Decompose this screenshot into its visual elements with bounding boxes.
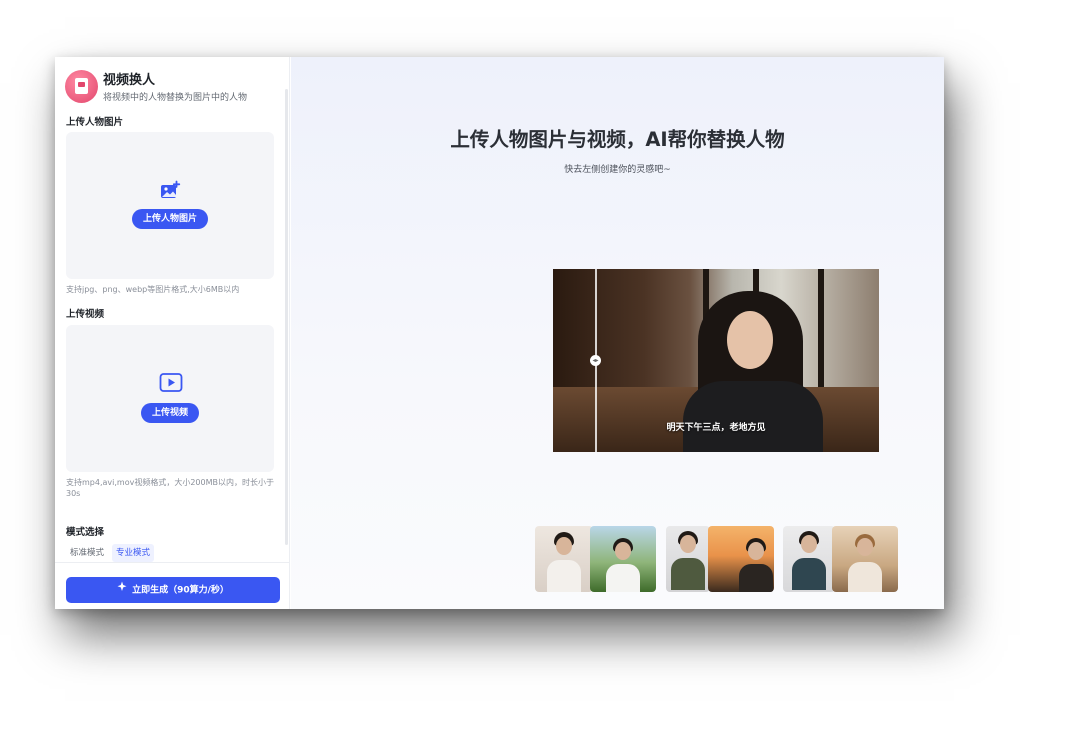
sparkle-icon <box>117 577 128 603</box>
example-thumbnail <box>590 526 656 592</box>
window-frame <box>818 269 824 389</box>
example-pair-1[interactable] <box>535 526 656 592</box>
example-thumbnail <box>708 526 774 592</box>
app-title: 视频换人 <box>103 73 156 88</box>
image-upload-hint: 支持jpg、png、webp等图片格式,大小6MB以内 <box>66 285 240 294</box>
upload-image-button[interactable]: 上传人物图片 <box>132 209 208 229</box>
tab-standard-mode[interactable]: 标准模式 <box>66 544 108 562</box>
hero-subtitle: 快去左侧创建你的灵感吧~ <box>564 165 671 175</box>
example-thumbnail <box>666 526 710 592</box>
image-plus-icon <box>159 180 181 206</box>
hero-title: 上传人物图片与视频，AI帮你替换人物 <box>450 128 785 151</box>
generate-button-label: 立即生成（90算力/秒） <box>132 585 229 596</box>
image-upload-area[interactable]: 上传人物图片 <box>66 132 274 279</box>
person-face <box>727 311 773 369</box>
tab-pro-mode[interactable]: 专业模式 <box>112 544 155 562</box>
example-thumbnail <box>783 526 835 592</box>
image-section-title: 上传人物图片 <box>66 117 124 128</box>
example-thumbnail <box>832 526 898 592</box>
sidebar-divider <box>55 562 290 563</box>
mode-section-title: 模式选择 <box>66 527 105 538</box>
main-panel: 上传人物图片与视频，AI帮你替换人物 快去左侧创建你的灵感吧~ ◂▸ 明天下午三… <box>291 57 944 609</box>
compare-handle-icon[interactable]: ◂▸ <box>590 355 601 366</box>
video-upload-area[interactable]: 上传视频 <box>66 325 274 472</box>
app-logo-icon <box>65 70 98 103</box>
example-pair-2[interactable] <box>666 526 774 592</box>
app-subtitle: 将视频中的人物替换为图片中的人物 <box>103 93 248 103</box>
generate-button[interactable]: 立即生成（90算力/秒） <box>66 577 280 603</box>
upload-video-button[interactable]: 上传视频 <box>141 403 199 423</box>
sidebar: 视频换人 将视频中的人物替换为图片中的人物 上传人物图片 上传人物图片 支持jp… <box>55 57 290 609</box>
person-body <box>683 381 823 452</box>
preview-caption: 明天下午三点，老地方见 <box>666 423 766 433</box>
video-upload-hint: 支持mp4,avi,mov视频格式，大小200MB以内，时长小于30s <box>66 478 274 498</box>
app-window: 视频换人 将视频中的人物替换为图片中的人物 上传人物图片 上传人物图片 支持jp… <box>55 57 944 609</box>
example-pair-3[interactable] <box>783 526 898 592</box>
preview-video[interactable]: ◂▸ 明天下午三点，老地方见 <box>553 269 879 452</box>
play-square-icon <box>159 372 183 398</box>
example-thumbnail <box>535 526 593 592</box>
sidebar-scrollbar[interactable] <box>285 89 288 545</box>
video-section-title: 上传视频 <box>66 309 105 320</box>
